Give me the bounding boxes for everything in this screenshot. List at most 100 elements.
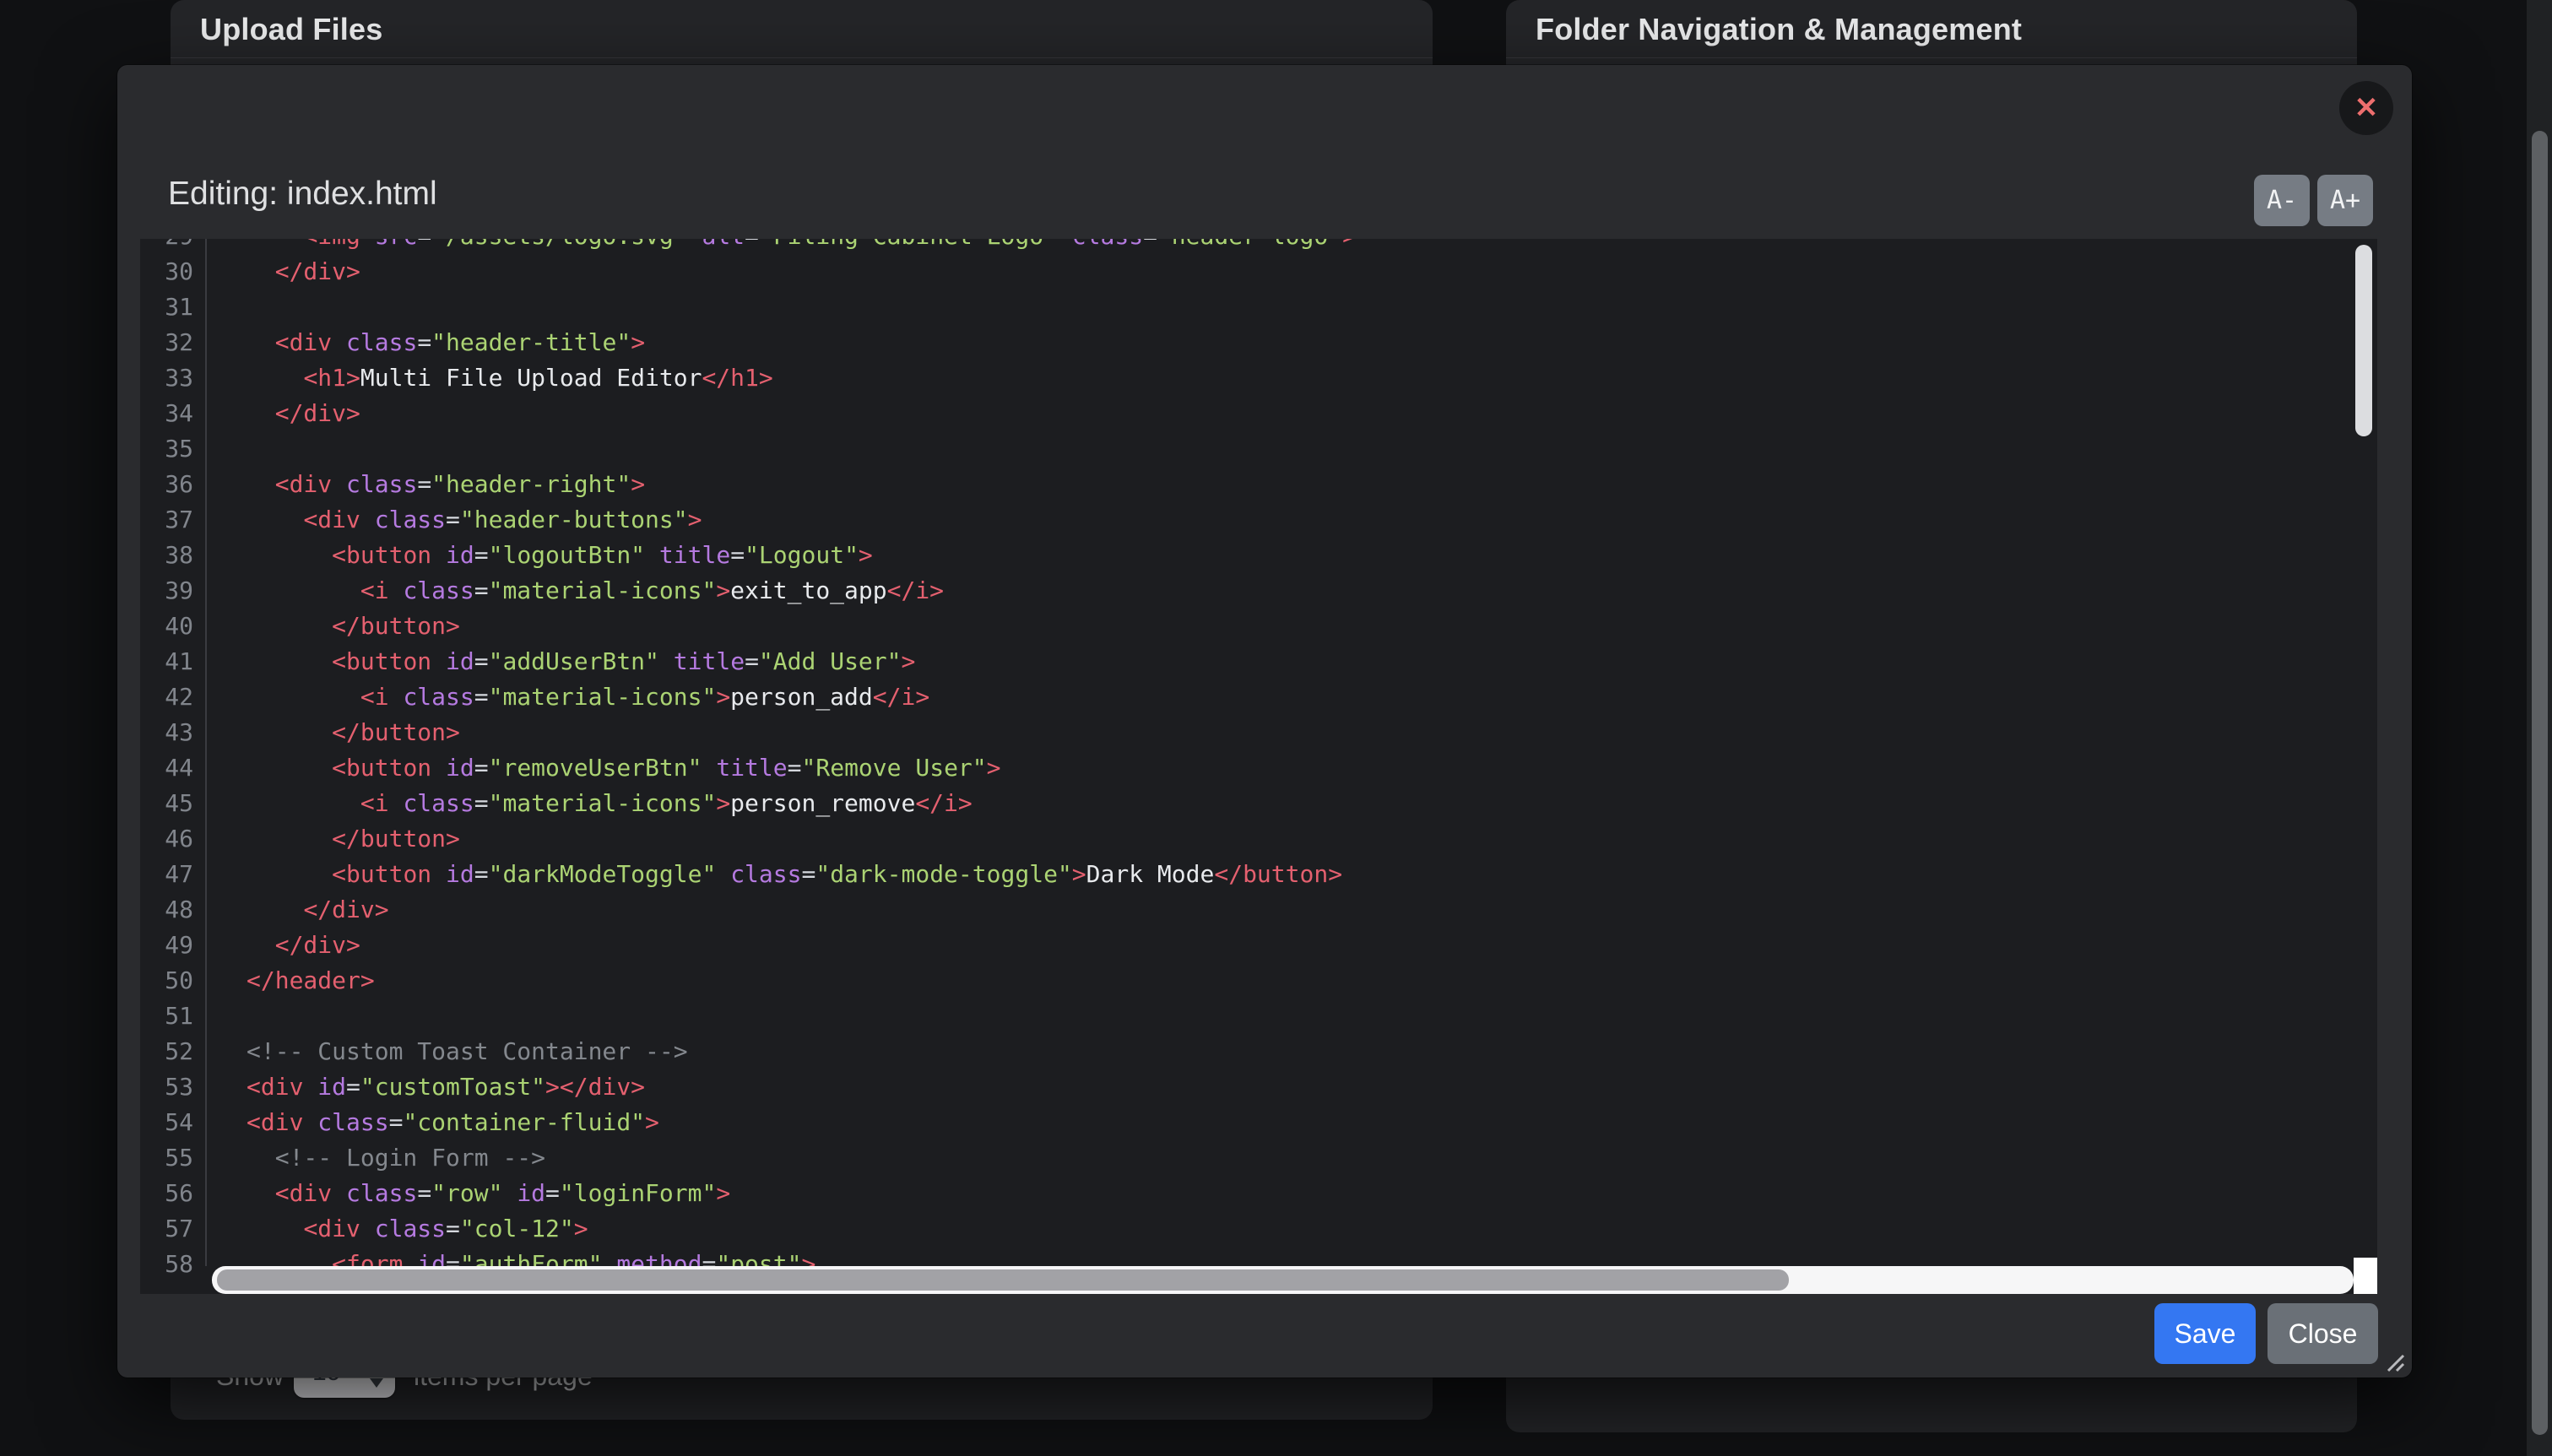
line-number: 38 [140, 538, 205, 573]
editor-horizontal-scrollbar-thumb[interactable] [217, 1269, 1789, 1291]
line-number: 33 [140, 360, 205, 396]
code-line[interactable]: 44 <button id="removeUserBtn" title="Rem… [140, 750, 2377, 786]
code-line[interactable]: 42 <i class="material-icons">person_add<… [140, 679, 2377, 715]
code-line[interactable]: 34 </div> [140, 396, 2377, 431]
code-line-content: </div> [205, 892, 389, 928]
line-number: 43 [140, 715, 205, 750]
code-line-content: <div id="customToast"></div> [205, 1069, 645, 1105]
line-number: 51 [140, 999, 205, 1034]
code-line[interactable]: 41 <button id="addUserBtn" title="Add Us… [140, 644, 2377, 679]
font-increase-button[interactable]: A+ [2317, 175, 2373, 226]
code-line-content [205, 290, 247, 325]
line-number: 55 [140, 1140, 205, 1176]
line-number: 47 [140, 857, 205, 892]
line-number: 44 [140, 750, 205, 786]
line-number: 56 [140, 1176, 205, 1211]
gutter-divider [205, 239, 207, 1266]
code-line-content: <div class="header-title"> [205, 325, 645, 360]
page-scrollbar[interactable] [2527, 0, 2552, 1456]
line-number: 35 [140, 431, 205, 467]
code-line[interactable]: 54<div class="container-fluid"> [140, 1105, 2377, 1140]
code-line[interactable]: 37 <div class="header-buttons"> [140, 502, 2377, 538]
code-line-content: </button> [205, 609, 460, 644]
code-line-content: </div> [205, 254, 360, 290]
code-line[interactable]: 53<div id="customToast"></div> [140, 1069, 2377, 1105]
code-line[interactable]: 56 <div class="row" id="loginForm"> [140, 1176, 2377, 1211]
line-number: 32 [140, 325, 205, 360]
code-line-content: </button> [205, 821, 460, 857]
line-number: 31 [140, 290, 205, 325]
code-line-content: <button id="removeUserBtn" title="Remove… [205, 750, 1001, 786]
line-number: 37 [140, 502, 205, 538]
code-line-content [205, 431, 247, 467]
code-line-content: <i class="material-icons">exit_to_app</i… [205, 573, 944, 609]
code-line[interactable]: 38 <button id="logoutBtn" title="Logout"… [140, 538, 2377, 573]
code-line[interactable]: 50</header> [140, 963, 2377, 999]
code-line[interactable]: 45 <i class="material-icons">person_remo… [140, 786, 2377, 821]
line-number: 54 [140, 1105, 205, 1140]
code-line[interactable]: 43 </button> [140, 715, 2377, 750]
code-line[interactable]: 55 <!-- Login Form --> [140, 1140, 2377, 1176]
code-line[interactable]: 36 <div class="header-right"> [140, 467, 2377, 502]
scrollbar-corner [2354, 1258, 2377, 1294]
panel-header-divider [171, 57, 1433, 58]
close-button[interactable]: Close [2268, 1303, 2378, 1364]
modal-title: Editing: index.html [168, 176, 437, 213]
code-line[interactable]: 40 </button> [140, 609, 2377, 644]
code-line[interactable]: 35 [140, 431, 2377, 467]
modal-close-icon[interactable]: ✕ [2339, 81, 2393, 135]
code-line-content: <button id="darkModeToggle" class="dark-… [205, 857, 1342, 892]
editor-horizontal-scrollbar[interactable] [212, 1266, 2354, 1294]
code-editor[interactable]: 29 <img src="/assets/logo.svg" alt="Fili… [140, 239, 2377, 1294]
code-line-content: </div> [205, 396, 360, 431]
code-line-content [205, 999, 247, 1034]
code-line-content: <button id="addUserBtn" title="Add User"… [205, 644, 915, 679]
code-line[interactable]: 30 </div> [140, 254, 2377, 290]
code-line[interactable]: 46 </button> [140, 821, 2377, 857]
panel-header-divider [1506, 57, 2357, 58]
upload-files-panel-title: Upload Files [200, 12, 382, 47]
code-line[interactable]: 33 <h1>Multi File Upload Editor</h1> [140, 360, 2377, 396]
code-line[interactable]: 47 <button id="darkModeToggle" class="da… [140, 857, 2377, 892]
code-line[interactable]: 32 <div class="header-title"> [140, 325, 2377, 360]
line-number: 53 [140, 1069, 205, 1105]
code-line[interactable]: 51 [140, 999, 2377, 1034]
code-line[interactable]: 49 </div> [140, 928, 2377, 963]
code-line-content: <!-- Login Form --> [205, 1140, 545, 1176]
code-line[interactable]: 48 </div> [140, 892, 2377, 928]
code-line-content: <button id="logoutBtn" title="Logout"> [205, 538, 873, 573]
code-line[interactable]: 52<!-- Custom Toast Container --> [140, 1034, 2377, 1069]
line-number: 48 [140, 892, 205, 928]
line-number: 36 [140, 467, 205, 502]
code-line-content: <div class="col-12"> [205, 1211, 588, 1247]
code-line[interactable]: 57 <div class="col-12"> [140, 1211, 2377, 1247]
save-button[interactable]: Save [2154, 1303, 2256, 1364]
font-decrease-button[interactable]: A- [2254, 175, 2310, 226]
line-number: 45 [140, 786, 205, 821]
code-line-content: <div class="row" id="loginForm"> [205, 1176, 730, 1211]
line-number: 39 [140, 573, 205, 609]
resize-grip-icon[interactable] [2383, 1350, 2405, 1372]
line-number: 58 [140, 1247, 205, 1282]
page-scrollbar-thumb[interactable] [2532, 131, 2548, 1435]
line-number: 49 [140, 928, 205, 963]
line-number: 46 [140, 821, 205, 857]
code-line-content: <div class="container-fluid"> [205, 1105, 659, 1140]
code-line[interactable]: 39 <i class="material-icons">exit_to_app… [140, 573, 2377, 609]
code-line-content: <h1>Multi File Upload Editor</h1> [205, 360, 773, 396]
line-number: 41 [140, 644, 205, 679]
line-number: 34 [140, 396, 205, 431]
line-number: 42 [140, 679, 205, 715]
code-line-content: </div> [205, 928, 360, 963]
editor-vertical-scrollbar-thumb[interactable] [2355, 245, 2372, 436]
code-line-content: <!-- Custom Toast Container --> [205, 1034, 688, 1069]
line-number: 57 [140, 1211, 205, 1247]
line-number: 50 [140, 963, 205, 999]
code-line-content: </header> [205, 963, 375, 999]
code-line[interactable]: 31 [140, 290, 2377, 325]
code-line[interactable]: 29 <img src="/assets/logo.svg" alt="Fili… [140, 239, 2377, 254]
folder-navigation-panel-title: Folder Navigation & Management [1536, 12, 2022, 47]
line-number: 52 [140, 1034, 205, 1069]
code-line-content: </button> [205, 715, 460, 750]
code-lines: 29 <img src="/assets/logo.svg" alt="Fili… [140, 239, 2377, 1282]
